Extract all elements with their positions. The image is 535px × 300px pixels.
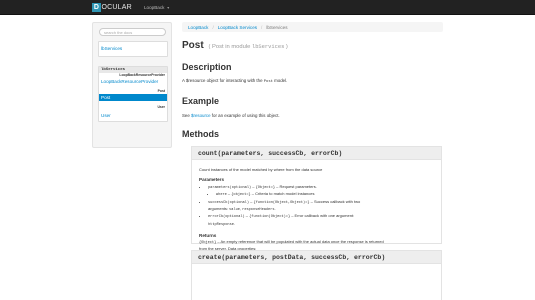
method-body: Count instances of the model matched by … <box>192 160 441 264</box>
param-text: arguments: <box>208 206 230 212</box>
top-navbar: D OCULAR LoopBack ▼ <box>0 0 535 15</box>
page-title-text: Post <box>182 40 204 51</box>
parameters-list: parameters(optional) – {Object=} – Reque… <box>208 184 434 228</box>
sub-parameters-list: where – {object=} – Criteria to match mo… <box>216 191 434 198</box>
example-text: See $resource for an example of using th… <box>182 113 280 118</box>
breadcrumb-separator: / <box>261 24 263 30</box>
project-dropdown[interactable]: LoopBack ▼ <box>140 0 174 15</box>
brand-name: OCULAR <box>101 4 132 11</box>
breadcrumb-link-loopback[interactable]: LoopBack <box>188 25 208 30</box>
sidebar-item-provider[interactable]: LoopBackResourceProvider <box>99 78 167 85</box>
param-name: successCb(optional) <box>208 200 249 205</box>
list-item: where – {object=} – Criteria to match mo… <box>216 191 434 198</box>
breadcrumb-separator: / <box>212 24 214 30</box>
param-type: {object=} <box>231 193 251 198</box>
param-name: errorCb(optional) <box>208 215 245 220</box>
example-pre: See <box>182 113 192 118</box>
example-post: for an example of using this object. <box>210 113 280 118</box>
page-subtitle: ( Post in module lbServices ) <box>208 44 287 50</box>
list-item: parameters(optional) – {Object=} – Reque… <box>208 184 434 199</box>
subtitle-module: lbServices <box>251 44 285 50</box>
sidebar: lbServices lbServices LoopBackResourcePr… <box>92 22 172 148</box>
param-name: where <box>216 193 227 198</box>
list-item: successCb(optional) – {function(Object,O… <box>208 199 434 214</box>
param-text: . <box>233 220 236 226</box>
param-text: – Criteria to match model instances <box>250 191 315 197</box>
param-text: – Request parameters. <box>275 183 317 189</box>
param-name: parameters(optional) <box>208 185 252 190</box>
method-description: Count instances of the model matched by … <box>199 167 323 172</box>
param-text: – Error callback with one argument: <box>290 213 355 219</box>
description-post: model. <box>272 78 288 83</box>
description-heading: Description <box>182 62 232 72</box>
search-input[interactable] <box>99 28 166 36</box>
returns-text: {Object} – An empty reference that will … <box>199 239 434 246</box>
methods-heading: Methods <box>182 129 219 139</box>
parameters-heading: Parameters <box>199 177 225 183</box>
param-text: – Success callback with two <box>309 198 361 204</box>
brand-mark: D <box>92 3 101 12</box>
param-code: httpResponse <box>208 222 234 227</box>
subtitle-suffix: ) <box>284 44 288 50</box>
description-pre: A $resource object for interacting with … <box>182 78 264 83</box>
breadcrumb: LoopBack / LoopBack Services / lbService… <box>182 22 443 32</box>
breadcrumb-link-services[interactable]: LoopBack Services <box>218 25 257 30</box>
brand-logo[interactable]: D OCULAR <box>92 3 132 12</box>
subtitle-prefix: ( Post in module <box>208 44 252 50</box>
method-signature: count(parameters, successCb, errorCb) <box>192 147 441 160</box>
param-type: {Object=} <box>255 185 276 190</box>
example-heading: Example <box>182 96 220 106</box>
breadcrumb-current: lbServices <box>266 24 288 30</box>
page-title: Post ( Post in module lbServices ) <box>182 40 288 51</box>
method-body <box>192 264 441 272</box>
project-dropdown-label: LoopBack <box>144 5 165 10</box>
returns-type: {Object} <box>199 240 217 245</box>
method-count: count(parameters, successCb, errorCb) Co… <box>191 146 442 258</box>
description-text: A $resource object for interacting with … <box>182 78 287 84</box>
sidebar-item-post[interactable]: Post <box>99 94 167 101</box>
method-signature: create(parameters, postData, successCb, … <box>192 251 441 264</box>
sidebar-item-user[interactable]: User <box>99 110 167 121</box>
sidebar-top-list: lbServices <box>98 41 168 57</box>
param-text: . <box>274 206 276 212</box>
param-type: {function(Object,Object)=} <box>253 200 310 205</box>
chevron-down-icon: ▼ <box>166 5 170 10</box>
param-code: value <box>229 208 240 213</box>
param-type: {function(Object)=} <box>249 215 291 220</box>
sidebar-module-group: lbServices LoopBackResourceProvider Loop… <box>98 66 168 122</box>
description-code: Post <box>263 80 273 84</box>
returns-desc: – An empty reference that will be popula… <box>216 238 384 244</box>
example-link[interactable]: $resource <box>191 113 211 118</box>
method-create: create(parameters, postData, successCb, … <box>191 250 442 300</box>
sidebar-item-lbservices[interactable]: lbServices <box>99 42 167 56</box>
param-code: responseHeaders <box>242 208 275 213</box>
list-item: errorCb(optional) – {function(Object)=} … <box>208 213 434 228</box>
